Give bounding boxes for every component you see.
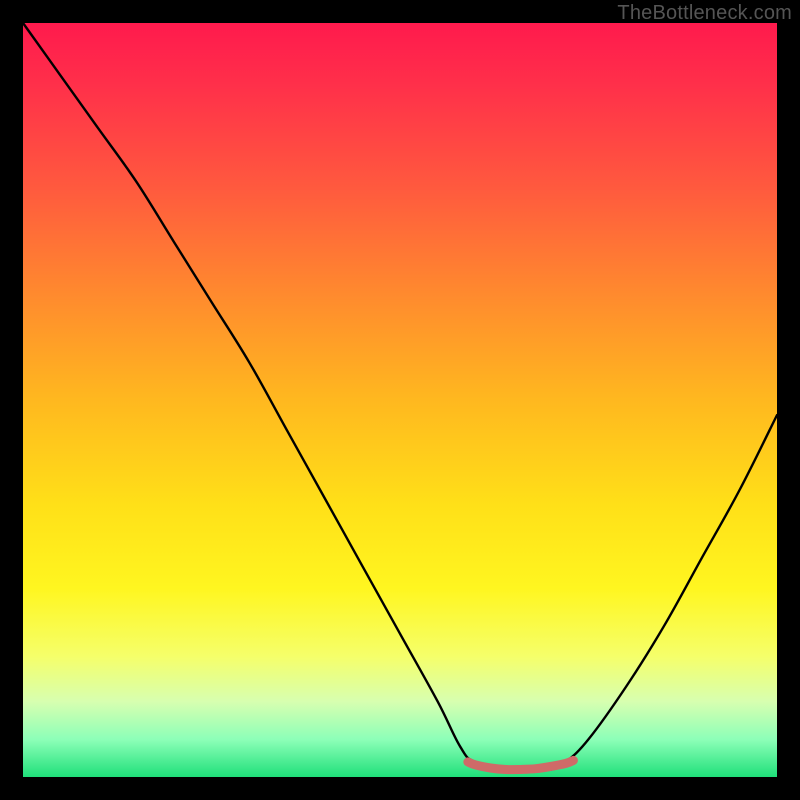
bottleneck-curve xyxy=(23,23,777,770)
optimal-band xyxy=(468,760,574,769)
attribution-text: TheBottleneck.com xyxy=(617,2,792,25)
chart-frame: TheBottleneck.com xyxy=(0,0,800,800)
chart-svg xyxy=(23,23,777,777)
